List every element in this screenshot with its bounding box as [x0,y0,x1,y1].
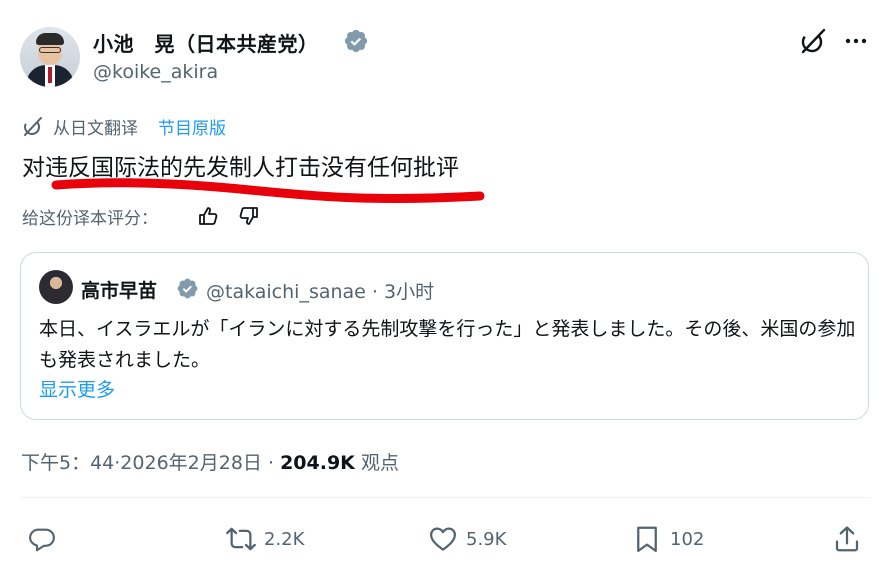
verified-badge-icon [344,29,368,53]
divider [20,497,871,498]
heart-icon [430,527,456,551]
quoted-tweet-card[interactable]: 高市早苗 @takaichi_sanae · 3小时 本日、イスラエルが「イラン… [20,252,869,420]
reply-icon [29,528,55,552]
tweet-time[interactable]: 下午5：44 [21,452,114,474]
tweet-meta-line: 下午5：44·2026年2月28日 · 204.9K 观点 [21,448,399,475]
quoted-handle[interactable]: @takaichi_sanae [206,281,366,303]
views-count: 204.9K [280,452,355,474]
thumbs-up-icon[interactable] [197,205,219,227]
bookmark-icon [637,526,657,552]
like-count: 5.9K [466,528,507,550]
share-icon [835,526,859,552]
quoted-author-avatar[interactable] [39,270,73,304]
verified-badge-icon [177,278,198,299]
meta-separator: · [371,281,378,303]
retweet-icon [226,527,256,551]
show-original-link[interactable]: 节目原版 [158,114,226,139]
show-more-link[interactable]: 显示更多 [39,375,115,402]
bookmark-button[interactable]: 102 [632,523,704,555]
quoted-timestamp[interactable]: 3小时 [384,281,434,303]
bookmark-count: 102 [670,528,705,550]
grok-icon[interactable] [799,27,827,55]
author-handle[interactable]: @koike_akira [93,61,218,83]
translation-label: 从日文翻译 [53,119,138,139]
views-label: 观点 [360,452,399,474]
thumbs-down-icon[interactable] [238,205,260,227]
author-name[interactable]: 小池 晃（日本共産党） [93,28,319,57]
author-avatar[interactable] [20,27,80,87]
retweet-button[interactable]: 2.2K [226,523,304,555]
like-button[interactable]: 5.9K [428,523,506,555]
reply-button[interactable] [27,523,57,555]
quoted-meta: @takaichi_sanae · 3小时 [206,277,434,304]
retweet-count: 2.2K [264,528,305,550]
translate-icon [24,117,42,136]
tweet-date[interactable]: ·2026年2月28日 [114,452,262,474]
quoted-author-name[interactable]: 高市早苗 [81,276,157,303]
quoted-tweet-text: 本日、イスラエルが「イランに対する先制攻撃を行った」と発表しました。その後、米国… [39,318,856,371]
share-button[interactable] [832,523,862,555]
rate-translation-label: 给这份译本评分： [22,209,158,229]
red-annotation-underline [51,178,485,203]
tweet-detail: 小池 晃（日本共産党） @koike_akira 从日文翻译 节目原版 对违反国… [0,0,891,585]
meta-separator: · [261,452,281,474]
more-icon[interactable] [842,27,870,55]
